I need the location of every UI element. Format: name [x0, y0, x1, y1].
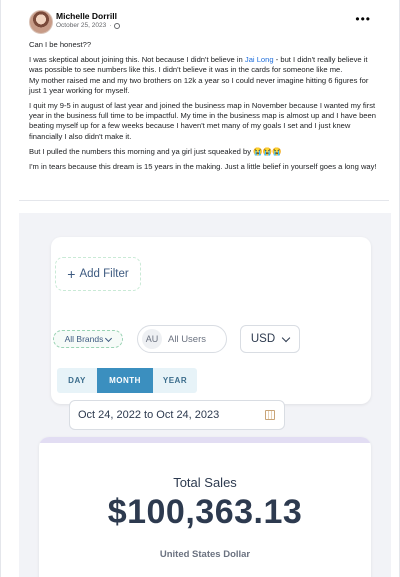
total-sales-value: $100,363.13 [107, 493, 303, 531]
users-filter-label: All Users [168, 333, 207, 345]
add-filter-label: Add Filter [79, 268, 129, 280]
brands-filter-label: All Brands [64, 334, 104, 344]
date-range-value: Oct 24, 2022 to Oct 24, 2023 [78, 409, 220, 421]
plus-icon: + [67, 266, 76, 282]
period-toggle: DAY MONTH YEAR [57, 368, 197, 393]
post-header: Michelle Dorrill October 25, 2023 · ••• [29, 9, 373, 35]
period-month-button[interactable]: MONTH [97, 368, 153, 393]
post-date[interactable]: October 25, 2023 [56, 22, 106, 29]
add-filter-button[interactable]: + Add Filter [55, 257, 141, 291]
post-paragraph: But I pulled the numbers this morning an… [29, 146, 282, 156]
card-accent-bar [39, 437, 371, 443]
ellipsis-icon[interactable]: ••• [355, 12, 371, 26]
currency-value: USD [250, 333, 276, 345]
post-paragraph: My mother raised me and my two brothers … [29, 75, 369, 95]
post-paragraph: I was skeptical about joining this. Not … [29, 55, 368, 75]
currency-select[interactable]: USD [240, 325, 300, 353]
users-filter[interactable]: AU All Users [137, 325, 227, 353]
facebook-post: Michelle Dorrill October 25, 2023 · ••• … [0, 0, 400, 577]
post-paragraph: I'm in tears because this dream is 15 ye… [29, 162, 377, 172]
author-avatar[interactable] [29, 10, 53, 34]
post-paragraph: Can I be honest?? [29, 40, 92, 49]
period-day-button[interactable]: DAY [57, 368, 97, 393]
total-sales-title: Total Sales [173, 475, 237, 490]
post-text: Can I be honest?? I was skeptical about … [29, 40, 379, 177]
calendar-icon[interactable] [265, 410, 275, 420]
divider [19, 200, 389, 201]
users-avatar: AU [142, 329, 162, 349]
attached-screenshot[interactable]: + Add Filter All Brands AU All Users USD… [19, 213, 391, 577]
date-range-picker[interactable]: Oct 24, 2022 to Oct 24, 2023 [69, 400, 285, 430]
globe-icon [114, 22, 121, 29]
total-sales-unit: United States Dollar [159, 549, 251, 560]
post-meta: October 25, 2023 · [56, 22, 121, 29]
post-paragraph: I quit my 9-5 in august of last year and… [29, 101, 376, 141]
chevron-down-icon [105, 334, 113, 342]
author-name[interactable]: Michelle Dorrill [56, 11, 117, 21]
period-year-button[interactable]: YEAR [153, 368, 197, 393]
mention-link[interactable]: Jai Long [245, 55, 274, 64]
filter-card: + Add Filter All Brands AU All Users USD… [51, 237, 371, 430]
total-sales-card: Total Sales $100,363.13 United States Do… [39, 437, 371, 577]
brands-filter[interactable]: All Brands [53, 330, 123, 348]
chevron-down-icon [281, 333, 291, 343]
